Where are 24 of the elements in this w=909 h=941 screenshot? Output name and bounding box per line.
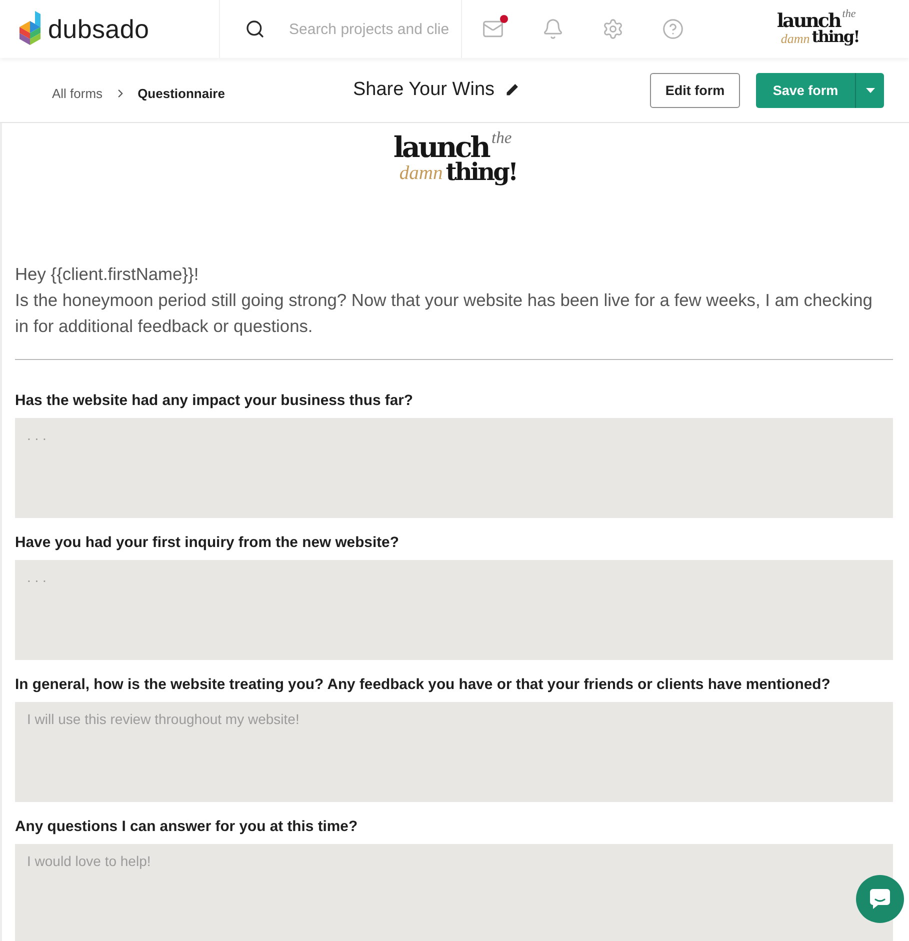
breadcrumb-link[interactable]: All forms [52, 86, 103, 100]
save-form-button[interactable]: Save form [756, 72, 855, 108]
breadcrumb-link[interactable]: Questionnaire [138, 86, 225, 100]
chat-icon [869, 888, 891, 910]
answer-field[interactable]: I would love to help! [15, 844, 893, 941]
save-options-button[interactable] [855, 72, 884, 108]
intro-text: Is the honeymoon period still going strong? Now that your website has been live for a few weeks, I am checking in for additional feedback or questions. [15, 289, 874, 338]
answer-field[interactable]: I will use this review throughout my website! [15, 702, 893, 802]
cube-logo-icon [18, 11, 42, 47]
question-label: Has the website had any impact your business thus far? [15, 392, 414, 412]
mail-icon[interactable] [482, 18, 504, 40]
greeting-text: Hey {{client.firstName}}! [15, 263, 200, 286]
search-icon[interactable] [245, 18, 265, 40]
answer-field[interactable]: . . . [15, 418, 893, 518]
caret-icon [866, 88, 874, 92]
pencil-icon[interactable] [504, 83, 519, 97]
question-label: Any questions I can answer for you at this time? [15, 818, 359, 838]
search-field[interactable]: Search projects and clie [289, 20, 461, 38]
form-title: Share Your Wins [352, 79, 495, 101]
edit-form-button[interactable]: Edit form [650, 72, 740, 108]
question-label: Have you had your first inquiry from the new website? [15, 534, 400, 554]
answer-field[interactable]: . . . [15, 560, 893, 660]
question-label: In general, how is the website treating you? Any feedback you have or that your friends or clients have mentioned? [15, 676, 832, 696]
app-name: dubsado [48, 16, 150, 42]
